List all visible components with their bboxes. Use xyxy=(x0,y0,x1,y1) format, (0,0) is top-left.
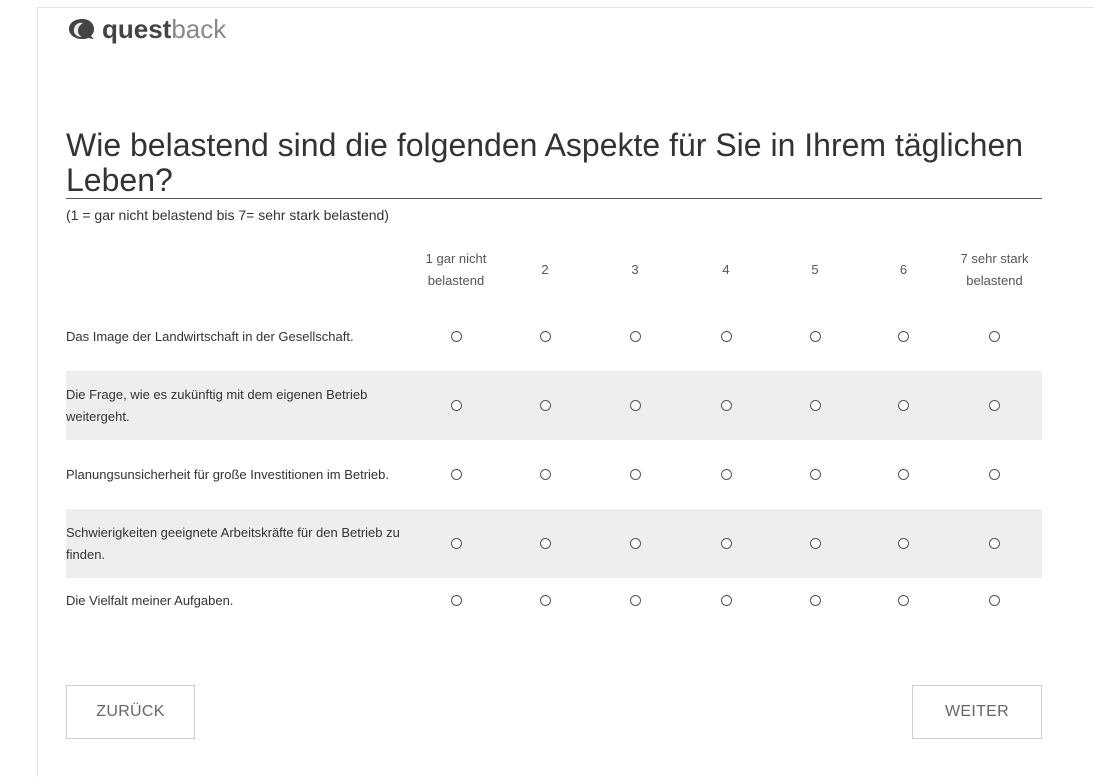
question-divider xyxy=(66,198,1042,199)
rating-matrix: 1 gar nicht belastend 2 3 4 5 6 7 sehr s… xyxy=(66,238,1042,623)
radio-option-5[interactable] xyxy=(809,594,821,606)
radio-cell xyxy=(588,509,682,578)
statement-label: Schwierigkeiten geeignete Arbeitskräfte … xyxy=(66,509,410,578)
statement-label: Die Vielfalt meiner Aufgaben. xyxy=(66,592,234,608)
table-row: Schwierigkeiten geeignete Arbeitskräfte … xyxy=(66,509,1042,578)
radio-option-5[interactable] xyxy=(809,330,821,342)
radio-option-7[interactable] xyxy=(989,330,1000,342)
radio-option-5[interactable] xyxy=(809,399,821,411)
radio-option-4[interactable] xyxy=(720,399,732,411)
radio-option-2[interactable] xyxy=(539,399,551,411)
radio-option-2[interactable] xyxy=(539,468,551,480)
radio-cell xyxy=(502,302,588,371)
radio-option-2[interactable] xyxy=(539,330,551,342)
statement-header xyxy=(66,238,410,302)
logo-text-back: back xyxy=(171,14,227,44)
radio-option-4[interactable] xyxy=(720,330,732,342)
question-title: Wie belastend sind die folgenden Aspekte… xyxy=(66,127,1024,198)
radio-cell xyxy=(860,302,947,371)
radio-cell xyxy=(410,578,502,623)
radio-cell xyxy=(947,302,1042,371)
radio-option-7[interactable] xyxy=(989,594,1000,606)
statement-label: Das Image der Landwirtschaft in der Gese… xyxy=(66,328,354,344)
radio-cell xyxy=(682,440,770,509)
radio-cell xyxy=(682,302,770,371)
radio-option-4[interactable] xyxy=(720,594,732,606)
scale-header-1: 1 gar nicht belastend xyxy=(425,251,487,288)
radio-cell xyxy=(770,440,860,509)
radio-option-1[interactable] xyxy=(450,330,462,342)
radio-cell xyxy=(588,371,682,440)
radio-option-7[interactable] xyxy=(989,537,1000,549)
radio-option-7[interactable] xyxy=(989,399,1000,411)
radio-cell xyxy=(860,371,947,440)
radio-option-5[interactable] xyxy=(809,468,821,480)
radio-cell xyxy=(410,371,502,440)
radio-cell xyxy=(947,578,1042,623)
scale-header-2: 2 xyxy=(541,262,549,277)
radio-cell xyxy=(860,509,947,578)
radio-cell xyxy=(770,509,860,578)
radio-cell xyxy=(502,371,588,440)
scale-header-7: 7 sehr stark belastend xyxy=(960,251,1029,288)
radio-option-3[interactable] xyxy=(629,468,641,480)
table-row: Das Image der Landwirtschaft in der Gese… xyxy=(66,302,1042,371)
radio-cell xyxy=(947,509,1042,578)
question-instruction: (1 = gar nicht belastend bis 7= sehr sta… xyxy=(66,207,389,223)
scale-header-4: 4 xyxy=(722,262,730,277)
radio-cell xyxy=(502,578,588,623)
scale-header-6: 6 xyxy=(899,262,908,277)
radio-option-1[interactable] xyxy=(450,594,462,606)
radio-cell xyxy=(860,440,947,509)
table-row: Die Vielfalt meiner Aufgaben. xyxy=(66,578,1042,623)
radio-option-2[interactable] xyxy=(539,594,551,606)
questback-logo-icon xyxy=(69,19,94,39)
radio-option-1[interactable] xyxy=(450,399,462,411)
radio-cell xyxy=(860,578,947,623)
back-button[interactable]: ZURÜCK xyxy=(66,685,195,739)
radio-option-6[interactable] xyxy=(898,594,909,606)
scale-header-row: 1 gar nicht belastend 2 3 4 5 6 7 sehr s… xyxy=(66,238,1042,302)
scale-header-3: 3 xyxy=(631,262,639,277)
radio-cell xyxy=(588,302,682,371)
radio-option-1[interactable] xyxy=(450,537,462,549)
radio-option-1[interactable] xyxy=(450,468,462,480)
radio-option-6[interactable] xyxy=(898,468,909,480)
radio-option-3[interactable] xyxy=(629,594,641,606)
radio-option-7[interactable] xyxy=(989,468,1000,480)
radio-cell xyxy=(947,440,1042,509)
radio-option-2[interactable] xyxy=(539,537,551,549)
radio-option-4[interactable] xyxy=(720,537,732,549)
radio-option-3[interactable] xyxy=(629,399,641,411)
radio-cell xyxy=(410,302,502,371)
radio-cell xyxy=(588,440,682,509)
logo-text-quest: quest xyxy=(102,14,172,44)
next-button[interactable]: WEITER xyxy=(912,685,1042,739)
radio-option-5[interactable] xyxy=(809,537,821,549)
table-row: Die Frage, wie es zukünftig mit dem eige… xyxy=(66,371,1042,440)
radio-cell xyxy=(770,371,860,440)
table-row: Planungsunsicherheit für große Investiti… xyxy=(66,440,1042,509)
statement-label: Die Frage, wie es zukünftig mit dem eige… xyxy=(66,371,410,440)
statement-label: Planungsunsicherheit für große Investiti… xyxy=(66,466,390,482)
radio-cell xyxy=(410,440,502,509)
questback-logo: questback xyxy=(66,12,226,46)
radio-option-4[interactable] xyxy=(720,468,732,480)
radio-cell xyxy=(502,440,588,509)
radio-option-6[interactable] xyxy=(898,537,909,549)
radio-option-3[interactable] xyxy=(629,537,641,549)
radio-cell xyxy=(682,371,770,440)
radio-cell xyxy=(770,302,860,371)
scale-header-5: 5 xyxy=(811,262,819,277)
radio-cell xyxy=(588,578,682,623)
radio-cell xyxy=(947,371,1042,440)
radio-option-6[interactable] xyxy=(898,330,909,342)
radio-cell xyxy=(410,509,502,578)
radio-cell xyxy=(682,578,770,623)
radio-cell xyxy=(682,509,770,578)
radio-option-3[interactable] xyxy=(629,330,641,342)
radio-cell xyxy=(770,578,860,623)
radio-cell xyxy=(502,509,588,578)
radio-option-6[interactable] xyxy=(898,399,909,411)
